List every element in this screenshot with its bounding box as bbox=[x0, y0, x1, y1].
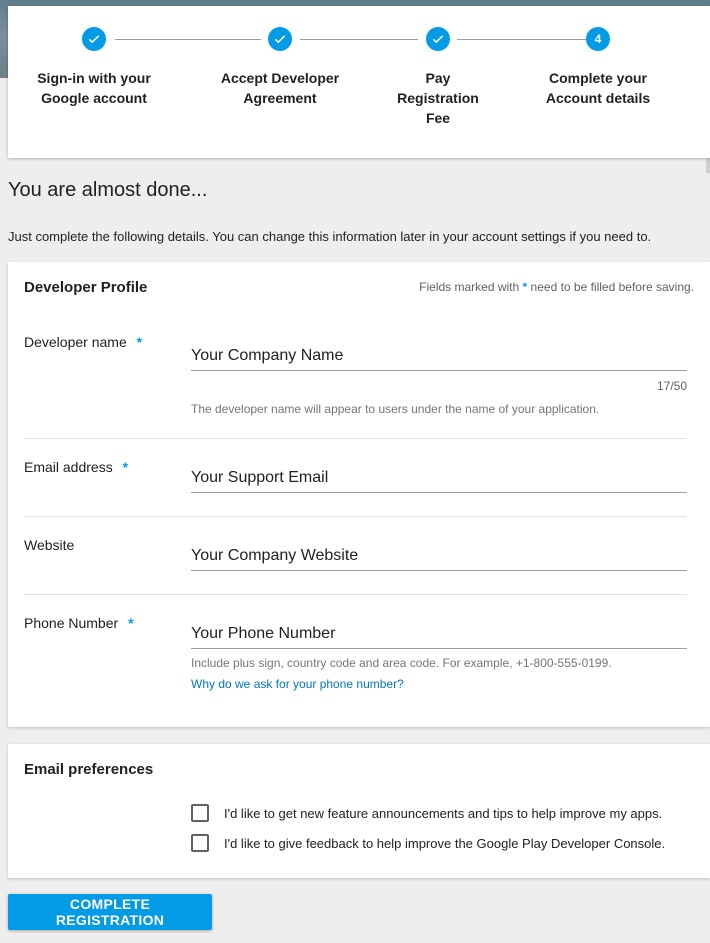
field-divider bbox=[24, 594, 687, 595]
hint-prefix: Fields marked with bbox=[419, 280, 520, 294]
page-title: You are almost done... bbox=[8, 179, 208, 201]
step-number-circle: 4 bbox=[586, 27, 610, 51]
website-input[interactable] bbox=[191, 541, 687, 571]
complete-registration-button[interactable]: COMPLETE REGISTRATION bbox=[8, 894, 212, 930]
email-preferences-heading: Email preferences bbox=[24, 761, 154, 778]
check-icon bbox=[432, 35, 444, 44]
feature-announcements-checkbox[interactable] bbox=[191, 804, 209, 822]
step-complete-circle bbox=[82, 27, 106, 51]
developer-profile-heading: Developer Profile bbox=[24, 279, 148, 296]
developer-name-label: Developer name * bbox=[24, 334, 142, 350]
required-star: * bbox=[122, 459, 129, 475]
phone-number-label-text: Phone Number bbox=[24, 615, 119, 631]
developer-name-input[interactable] bbox=[191, 341, 687, 371]
step-label: Accept Developer Agreement bbox=[220, 70, 340, 106]
phone-number-why-link[interactable]: Why do we ask for your phone number? bbox=[191, 677, 404, 691]
phone-number-input[interactable] bbox=[191, 619, 687, 649]
website-label: Website bbox=[24, 537, 75, 553]
step-connector bbox=[300, 39, 418, 40]
page-subtitle: Just complete the following details. You… bbox=[8, 229, 652, 244]
feedback-checkbox[interactable] bbox=[191, 834, 209, 852]
required-star: * bbox=[128, 615, 134, 631]
email-address-input[interactable] bbox=[191, 463, 687, 493]
check-icon bbox=[88, 35, 100, 44]
step-label: Pay Registration Fee bbox=[397, 70, 479, 126]
step-connector bbox=[457, 39, 587, 40]
step-complete-circle bbox=[426, 27, 450, 51]
email-address-label: Email address * bbox=[24, 459, 128, 475]
required-star: * bbox=[136, 334, 143, 350]
step-label: Complete your Account details bbox=[545, 70, 651, 106]
developer-name-label-text: Developer name bbox=[24, 334, 127, 350]
step-label: Sign-in with your Google account bbox=[37, 70, 151, 106]
phone-number-help: Include plus sign, country code and area… bbox=[191, 656, 612, 670]
field-divider bbox=[24, 438, 687, 439]
hint-suffix: need to be filled before saving. bbox=[530, 280, 694, 294]
step-connector bbox=[115, 39, 261, 40]
field-divider bbox=[24, 516, 687, 517]
character-counter: 17/50 bbox=[656, 379, 687, 393]
feature-announcements-label: I'd like to get new feature announcement… bbox=[224, 806, 663, 821]
developer-name-help: The developer name will appear to users … bbox=[191, 402, 600, 416]
registration-stepper: Sign-in with your Google account Accept … bbox=[8, 6, 710, 158]
required-fields-hint: Fields marked with * need to be filled b… bbox=[419, 280, 694, 294]
required-star: * bbox=[522, 280, 528, 294]
feedback-label: I'd like to give feedback to help improv… bbox=[224, 836, 666, 851]
email-address-label-text: Email address bbox=[24, 459, 113, 475]
phone-number-label: Phone Number * bbox=[24, 615, 134, 631]
step-complete-circle bbox=[268, 27, 292, 51]
check-icon bbox=[274, 35, 286, 44]
